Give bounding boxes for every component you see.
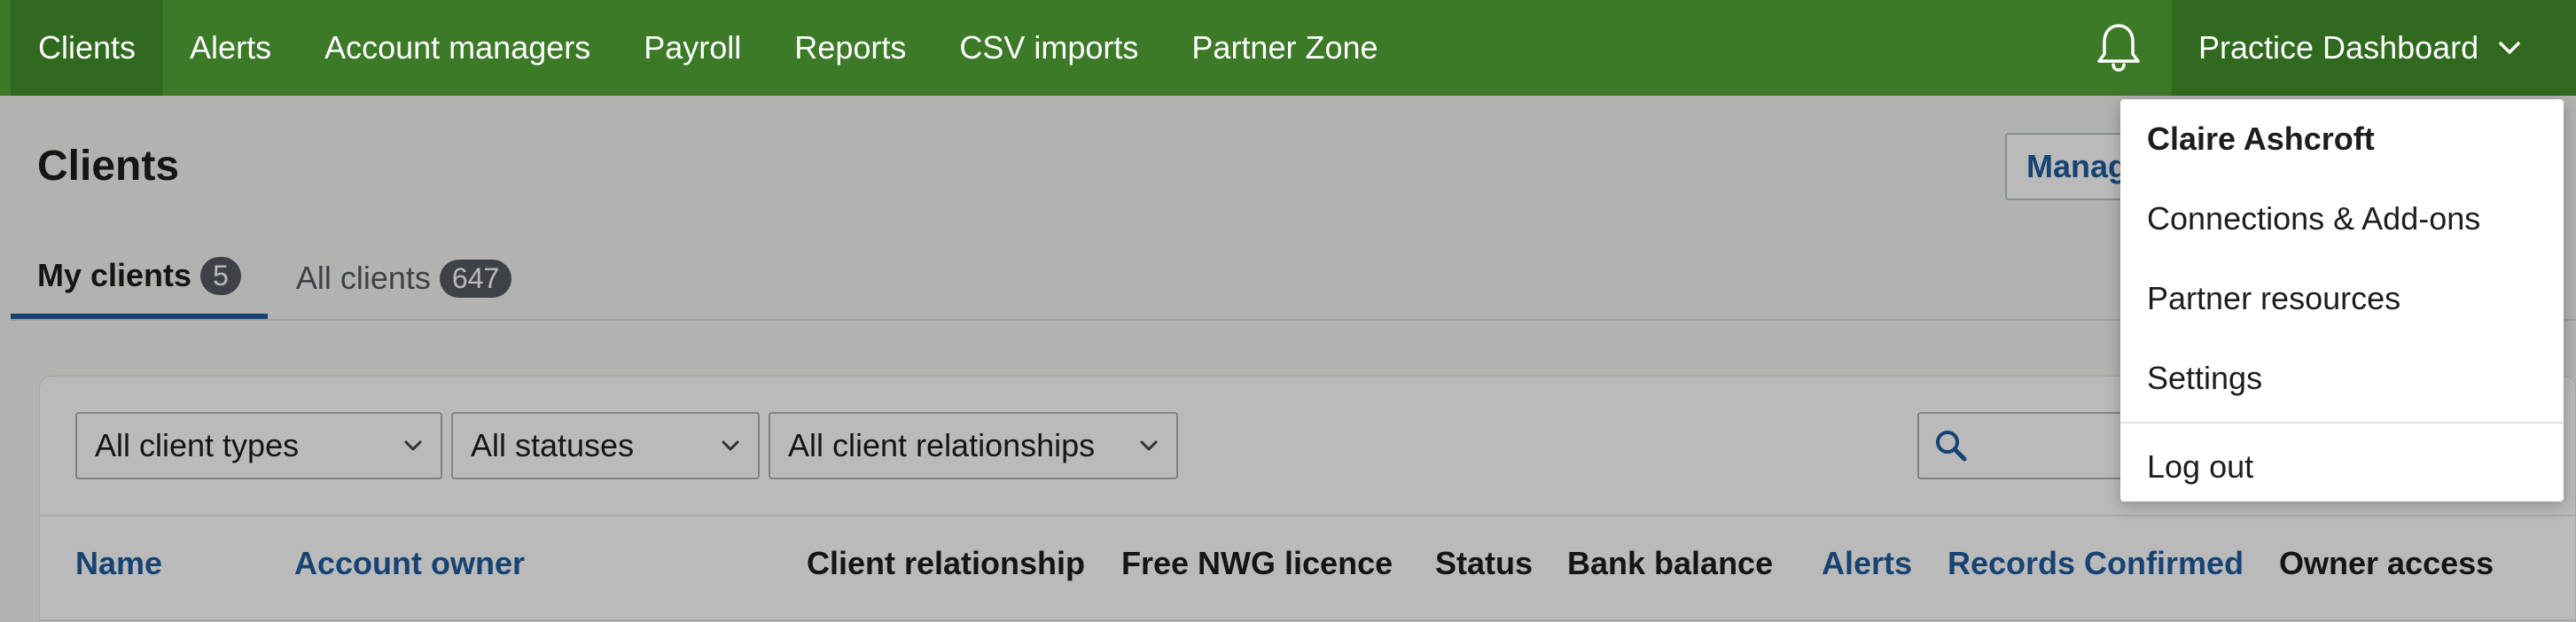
- practice-dashboard-label: Practice Dashboard: [2198, 29, 2479, 66]
- nav-item-partner-zone[interactable]: Partner Zone: [1165, 0, 1404, 96]
- user-name: Claire Ashcroft: [2147, 121, 2375, 157]
- nav-item-reports[interactable]: Reports: [768, 0, 933, 96]
- menu-item-partner-resources[interactable]: Partner resources: [2120, 259, 2564, 338]
- menu-item-connections-addons[interactable]: Connections & Add-ons: [2120, 179, 2564, 259]
- nav-item-alerts[interactable]: Alerts: [163, 0, 298, 96]
- nav-item-clients[interactable]: Clients: [11, 0, 164, 96]
- practice-dropdown-menu: Claire Ashcroft Connections & Add-ons Pa…: [2120, 99, 2564, 501]
- bell-icon[interactable]: [2092, 0, 2145, 96]
- nav-item-account-managers[interactable]: Account managers: [298, 0, 617, 96]
- chevron-down-icon: [2498, 40, 2521, 56]
- menu-item-log-out[interactable]: Log out: [2120, 427, 2564, 501]
- nav-item-csv-imports[interactable]: CSV imports: [933, 0, 1165, 96]
- menu-item-settings[interactable]: Settings: [2120, 338, 2564, 418]
- menu-divider: [2120, 422, 2564, 424]
- practice-dashboard-menu[interactable]: Practice Dashboard: [2172, 0, 2576, 96]
- nav-item-payroll[interactable]: Payroll: [617, 0, 768, 96]
